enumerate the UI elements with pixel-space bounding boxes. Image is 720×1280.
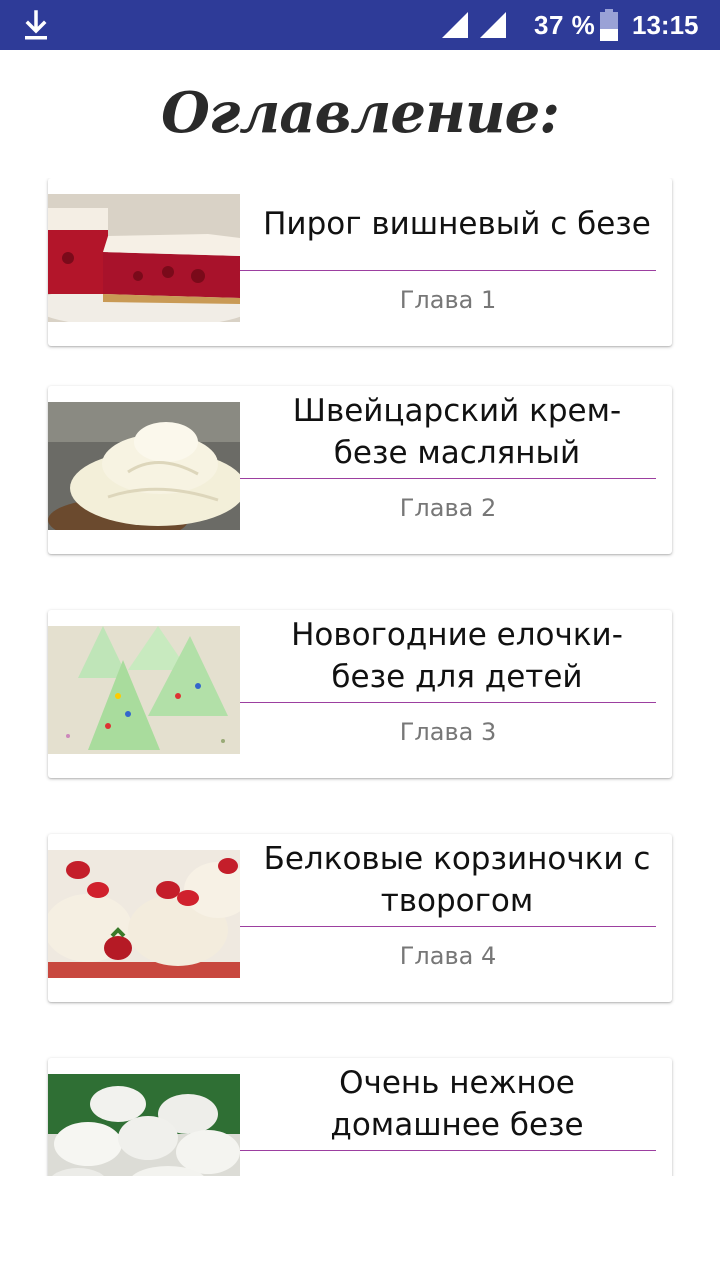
battery-icon [600,9,618,41]
cherry-pie-image [48,194,240,322]
chapter-number: Глава 3 [399,718,497,746]
divider [240,1150,656,1151]
cream-cupcake-picture [48,402,240,530]
clock: 13:15 [632,10,699,40]
chapter-title: Белковые корзиночки с творогом [263,841,651,919]
divider [240,926,656,927]
divider [240,270,656,271]
chapter-card[interactable]: Швейцарский крем-безе масляный Глава 2 [48,386,672,554]
divider [240,478,656,479]
download-icon [25,10,47,40]
chapter-title: Новогодние елочки-безе для детей [291,617,623,695]
chapter-card[interactable]: Очень нежное домашнее безе [48,1058,672,1176]
chapter-card[interactable]: Новогодние елочки-безе для детей Глава 3 [48,610,672,778]
strawberry-baskets-picture [48,850,240,978]
signal-icon [480,12,506,38]
chapter-title: Швейцарский крем-безе масляный [292,393,622,471]
chapter-number [240,1166,656,1176]
chapter-number: Глава 1 [399,286,497,314]
chapter-title: Очень нежное домашнее безе [330,1065,584,1143]
chapter-title: Пирог вишневый с безе [263,206,651,242]
divider [240,702,656,703]
status-bar: 37 % 13:15 [0,0,720,50]
chapter-card[interactable]: Пирог вишневый с безе Глава 1 [48,178,672,346]
white-meringues-image [48,1074,240,1176]
white-meringues-picture [48,1074,240,1176]
cream-cupcake-image [48,402,240,530]
signal-icon [442,12,468,38]
battery-percent: 37 % [534,10,596,40]
chapter-card[interactable]: Белковые корзиночки с творогом Глава 4 [48,834,672,1002]
chapter-number: Глава 2 [399,494,497,522]
green-meringue-trees-image [48,626,240,754]
strawberry-baskets-image [48,850,240,978]
green-meringue-trees-picture [48,626,240,754]
page-title: Оглавление: [161,80,560,146]
chapter-list[interactable]: Пирог вишневый с безе Глава 1 Швейцарски… [0,178,720,1176]
cherry-pie-picture [48,194,240,322]
chapter-number: Глава 4 [399,942,497,970]
